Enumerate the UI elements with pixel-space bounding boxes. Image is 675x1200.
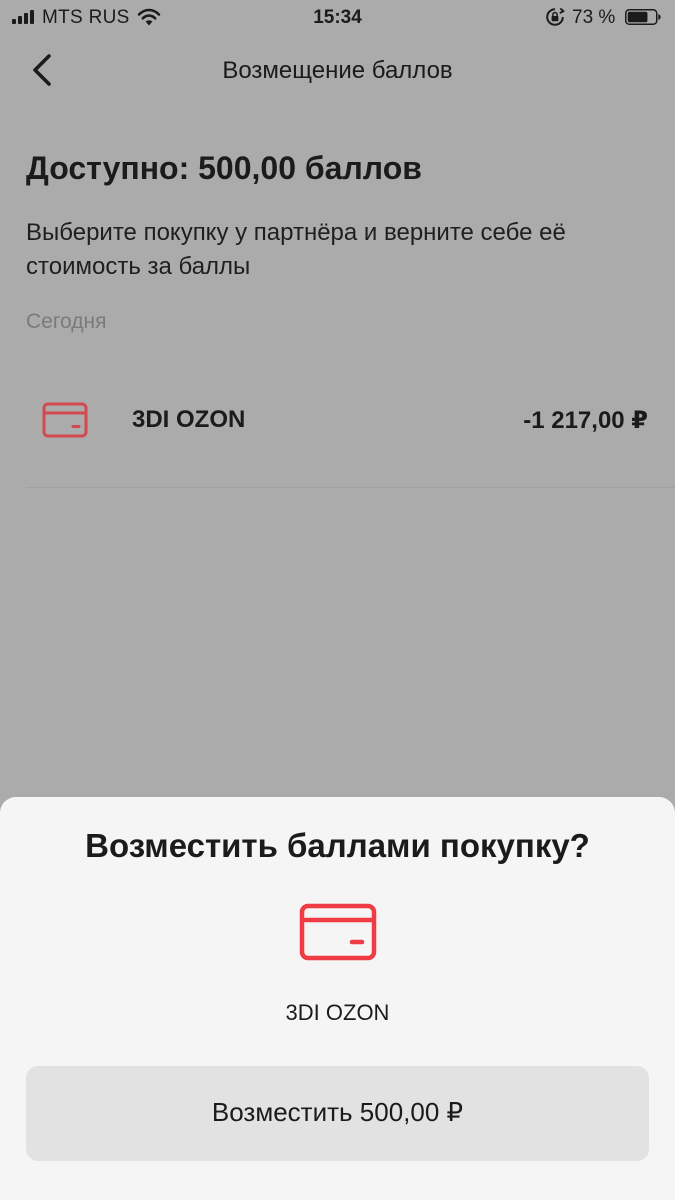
sheet-merchant: 3DI OZON [285,1000,390,1025]
confirm-button-label: Возместить 500,00 ₽ [211,1097,464,1127]
purchase-list-item[interactable]: 3DI OZON -1 217,00 ₽ [26,370,650,470]
confirm-refund-button[interactable]: Возместить 500,00 ₽ [26,1066,649,1161]
rotation-lock-icon [546,7,565,26]
credit-card-icon [42,402,88,438]
section-date-header: Сегодня [26,310,107,333]
sheet-title: Возместить баллами покупку? [85,827,590,864]
instructions-text: Выберите покупку у партнёра и верните се… [26,219,566,280]
status-bar: MTS RUS 15:34 73 % [0,0,675,34]
purchase-amount: -1 217,00 ₽ [523,407,648,434]
page-title: Возмещение баллов [222,57,453,84]
confirm-sheet: Возместить баллами покупку? 3DI OZON Воз… [0,797,675,1200]
available-points: Доступно: 500,00 баллов [26,150,422,186]
row-divider [26,487,675,488]
battery-icon [625,9,661,25]
battery-percent: 73 % [572,7,616,28]
purchase-merchant: 3DI OZON [132,406,246,433]
credit-card-icon [299,903,377,961]
